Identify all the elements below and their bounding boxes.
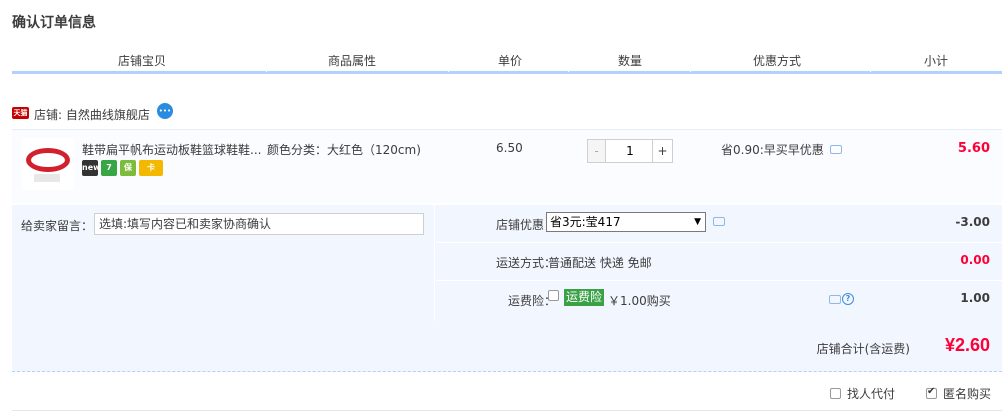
seller-note-section: 给卖家留言： 选填:填写内容已和卖家协商确认: [12, 205, 435, 321]
credit-card-icon[interactable]: 卡: [139, 160, 163, 176]
table-header: 店铺宝贝 商品属性 单价 数量 优惠方式 小计: [12, 48, 1002, 74]
shop-total-row: 店铺合计(含运费) ¥2.60: [12, 321, 1002, 372]
tmall-icon: 天猫: [12, 107, 29, 119]
seller-note-input[interactable]: 选填:填写内容已和卖家协商确认: [94, 213, 424, 235]
chat-icon[interactable]: •••: [157, 103, 173, 119]
proxy-pay-checkbox[interactable]: [830, 388, 841, 399]
insurance-icons: ?: [829, 293, 854, 307]
shipping-amount: 0.00: [960, 253, 990, 267]
seven-day-return-icon[interactable]: 7: [101, 160, 117, 176]
shoelace-image: [26, 148, 70, 172]
header-divider: [870, 70, 871, 72]
anonymous-purchase-label: 匿名购买: [943, 387, 992, 401]
coupon-row: 店铺优惠： 省3元:莹417 ▼ -3.00: [436, 205, 1002, 243]
shop-total-label: 店铺合计(含运费): [816, 342, 910, 356]
product-attribute: 颜色分类：大红色（120cm): [267, 143, 421, 157]
shop-total-amount: ¥2.60: [944, 335, 990, 355]
product-thumbnail[interactable]: [22, 138, 74, 190]
page-title: 确认订单信息: [12, 15, 96, 31]
column-header-price: 单价: [497, 54, 522, 68]
shipping-method: 普通配送 快递 免邮: [548, 256, 652, 270]
anonymous-purchase-option[interactable]: 匿名购买: [926, 385, 991, 402]
column-header-item: 店铺宝贝: [117, 54, 166, 68]
coupon-selected-value: 省3元:莹417: [550, 215, 621, 229]
header-divider: [448, 70, 449, 72]
order-item-row: 鞋带扁平帆布运动板鞋篮球鞋鞋... new 7 保 卡 颜色分类：大红色（120…: [12, 129, 1002, 203]
insurance-amount: 1.00: [960, 291, 990, 305]
proxy-pay-label: 找人代付: [847, 387, 896, 401]
quantity-stepper: - 1 +: [587, 139, 673, 163]
proxy-pay-option[interactable]: 找人代付: [830, 385, 895, 402]
guarantee-icon[interactable]: 保: [120, 160, 136, 176]
unit-price: 6.50: [496, 141, 523, 155]
message-icon[interactable]: [829, 145, 842, 154]
insurance-tag: 运费险: [564, 289, 605, 306]
shipping-row: 运送方式： 普通配送 快递 免邮 0.00: [436, 243, 1002, 281]
promo-text: 省0.90:早买早优惠: [721, 141, 842, 158]
message-icon[interactable]: [713, 217, 725, 226]
anonymous-purchase-checkbox[interactable]: [926, 386, 937, 399]
shipping-label: 运送方式：: [495, 256, 556, 270]
item-subtotal: 5.60: [957, 141, 990, 156]
coupon-select[interactable]: 省3元:莹417 ▼: [546, 212, 706, 232]
column-header-subtotal: 小计: [923, 54, 948, 68]
help-icon[interactable]: ?: [842, 293, 854, 305]
column-header-quantity: 数量: [617, 54, 642, 68]
quantity-input[interactable]: 1: [607, 140, 653, 162]
shop-name[interactable]: 店铺: 自然曲线旗舰店: [34, 106, 150, 123]
dropdown-arrow-icon: ▼: [694, 217, 701, 227]
message-icon[interactable]: [829, 295, 841, 304]
insurance-checkbox[interactable]: [548, 290, 559, 301]
product-title[interactable]: 鞋带扁平帆布运动板鞋篮球鞋鞋...: [82, 141, 267, 158]
shop-row: 天猫 店铺: 自然曲线旗舰店 •••: [12, 103, 412, 123]
divider: [12, 410, 1002, 411]
quantity-increase-button[interactable]: +: [652, 140, 672, 162]
header-divider: [266, 70, 267, 72]
column-header-attr: 商品属性: [327, 54, 376, 68]
order-details-panel: 给卖家留言： 选填:填写内容已和卖家协商确认 店铺优惠： 省3元:莹417 ▼ -…: [12, 205, 1002, 321]
coupon-amount: -3.00: [955, 215, 990, 229]
column-header-promo: 优惠方式: [752, 54, 801, 68]
product-tag-image: [34, 174, 60, 182]
header-divider: [568, 70, 569, 72]
seller-note-label: 给卖家留言：: [21, 219, 94, 233]
promo-label: 省0.90:早买早优惠: [721, 143, 824, 157]
insurance-price: ￥1.00购买: [608, 294, 671, 308]
header-divider: [690, 70, 691, 72]
quantity-decrease-button[interactable]: -: [588, 140, 606, 162]
new-badge-icon[interactable]: new: [82, 160, 101, 176]
insurance-row: 运费险： 运费险 ￥1.00购买 ? 1.00: [436, 281, 1002, 319]
